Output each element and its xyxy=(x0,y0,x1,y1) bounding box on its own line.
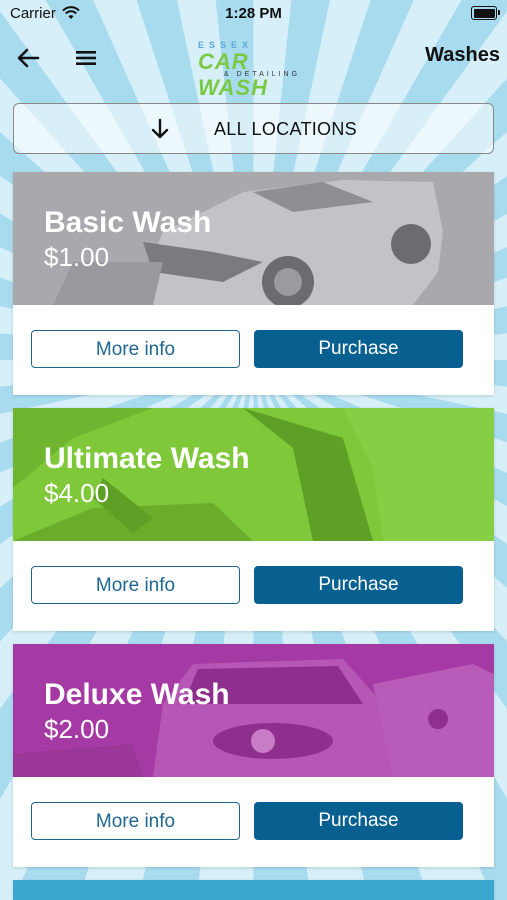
wash-card-basic: Basic Wash $1.00 More info Purchase xyxy=(13,172,494,395)
wash-name: Ultimate Wash xyxy=(44,442,250,475)
wash-card-actions: More info Purchase xyxy=(13,541,494,631)
wash-card-deluxe: Deluxe Wash $2.00 More info Purchase xyxy=(13,644,494,867)
wash-card-actions: More info Purchase xyxy=(13,777,494,867)
wash-card-actions: More info Purchase xyxy=(13,305,494,395)
brand-logo: ESSEX CAR WASH & DETAILING xyxy=(196,38,320,100)
wash-name: Basic Wash xyxy=(44,206,212,239)
wash-name: Deluxe Wash xyxy=(44,678,230,711)
back-arrow-icon[interactable] xyxy=(14,44,42,72)
wash-card-hero: Deluxe Wash $2.00 xyxy=(13,644,494,777)
location-selector[interactable]: ALL LOCATIONS xyxy=(13,103,494,154)
page-title: Washes xyxy=(425,44,500,66)
wash-card-hero: Ultimate Wash $4.00 xyxy=(13,408,494,541)
status-bar: Carrier 1:28 PM xyxy=(0,0,507,30)
nav-bar: ESSEX CAR WASH & DETAILING Washes xyxy=(0,30,507,100)
arrow-down-icon xyxy=(151,118,169,139)
wash-card-ultimate: Ultimate Wash $4.00 More info Purchase xyxy=(13,408,494,631)
location-label: ALL LOCATIONS xyxy=(214,119,357,139)
wash-price: $4.00 xyxy=(44,478,110,508)
purchase-button[interactable]: Purchase xyxy=(254,802,463,840)
purchase-button[interactable]: Purchase xyxy=(254,566,463,604)
more-info-button[interactable]: More info xyxy=(31,802,240,840)
logo-detailing-text: & DETAILING xyxy=(224,71,301,78)
battery-icon xyxy=(471,6,500,20)
wash-card-hero: Basic Wash $1.00 xyxy=(13,172,494,305)
more-info-button[interactable]: More info xyxy=(31,330,240,368)
more-info-button[interactable]: More info xyxy=(31,566,240,604)
wash-card-next-peek[interactable] xyxy=(13,880,494,900)
purchase-button[interactable]: Purchase xyxy=(254,330,463,368)
wash-price: $1.00 xyxy=(44,242,110,272)
clock: 1:28 PM xyxy=(225,5,282,22)
wash-price: $2.00 xyxy=(44,714,110,744)
hamburger-menu-icon[interactable] xyxy=(72,44,100,72)
